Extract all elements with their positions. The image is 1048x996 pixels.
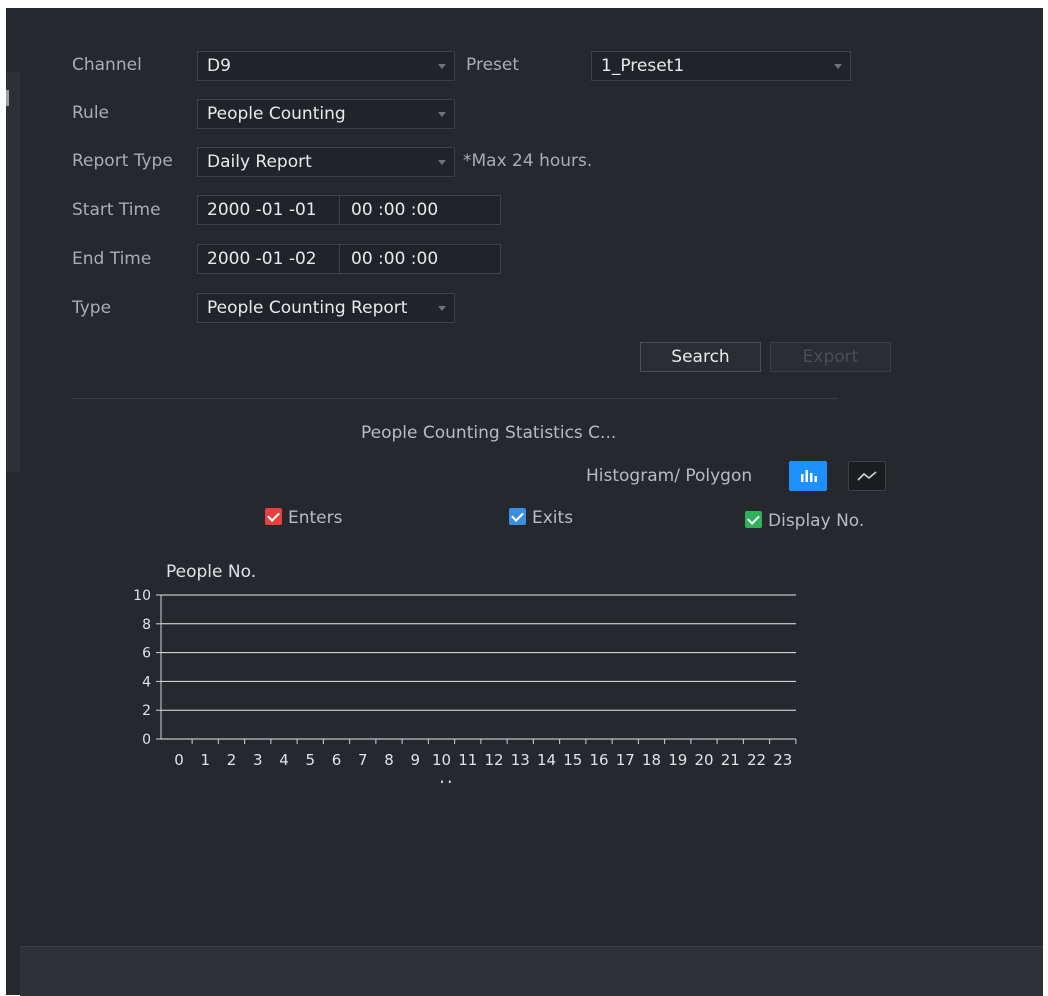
chart-mode-label: Histogram/ Polygon: [586, 466, 753, 486]
start-time-label: Start Time: [72, 200, 161, 220]
legend-label: Enters: [288, 508, 343, 528]
chevron-down-icon: [438, 64, 446, 69]
x-tick-label: 17: [616, 751, 635, 769]
legend-display-no[interactable]: Display No.: [745, 511, 864, 531]
x-tick-label: 10: [432, 751, 451, 769]
y-tick-label: 10: [133, 588, 151, 604]
bar-chart-icon: [801, 470, 817, 482]
x-tick-label: 0: [174, 751, 184, 769]
x-tick-label: 21: [721, 751, 740, 769]
end-date-input[interactable]: 2000 -01 -02: [207, 245, 317, 273]
y-axis-title: People No.: [166, 562, 256, 582]
start-date-input[interactable]: 2000 -01 -01: [207, 196, 317, 224]
preset-label: Preset: [466, 55, 520, 75]
x-tick-label: 7: [358, 751, 368, 769]
search-button[interactable]: Search: [640, 342, 761, 372]
report-type-value: Daily Report: [207, 152, 312, 172]
checkbox-icon: [265, 508, 282, 525]
legend-label: Exits: [532, 508, 574, 528]
polygon-mode-button[interactable]: [848, 461, 886, 491]
legend-enters[interactable]: Enters: [265, 508, 343, 528]
report-type-label: Report Type: [72, 151, 173, 171]
x-tick-label: 23: [773, 751, 792, 769]
x-tick-label: 18: [642, 751, 661, 769]
y-tick-label: 4: [142, 674, 151, 690]
end-time-field[interactable]: 2000 -01 -02 00 :00 :00: [197, 244, 501, 274]
report-type-note: *Max 24 hours.: [463, 151, 593, 171]
chart-title: People Counting Statistics C...: [361, 423, 617, 443]
x-tick-label: 13: [511, 751, 530, 769]
chevron-down-icon: [438, 160, 446, 165]
x-tick-label: 22: [747, 751, 766, 769]
channel-select[interactable]: D9: [197, 51, 455, 81]
y-tick-label: 2: [142, 703, 151, 719]
x-tick-label: 1: [200, 751, 210, 769]
x-tick-label: 15: [563, 751, 582, 769]
histogram-mode-button[interactable]: [789, 461, 827, 491]
rule-select[interactable]: People Counting: [197, 99, 455, 129]
checkbox-icon: [509, 508, 526, 525]
start-time-field[interactable]: 2000 -01 -01 00 :00 :00: [197, 195, 501, 225]
people-counting-chart: People No.02468100 1 2 3 4 5 6 7 8 9 10 11 12 13 14 15 1…: [133, 562, 797, 783]
report-panel: Channel D9 Preset 1_Preset1 Rule People …: [6, 8, 1043, 996]
type-label: Type: [72, 298, 112, 318]
start-clock-input[interactable]: 00 :00 :00: [351, 196, 438, 224]
report-type-select[interactable]: Daily Report: [197, 147, 455, 177]
y-tick-label: 8: [142, 617, 151, 633]
x-tick-label: 12: [484, 751, 503, 769]
chevron-down-icon: [438, 306, 446, 311]
section-divider: [72, 398, 838, 399]
export-button[interactable]: Export: [770, 342, 891, 372]
preset-select[interactable]: 1_Preset1: [591, 51, 851, 81]
x-tick-label: 11: [458, 751, 477, 769]
sidebar-marker: [6, 90, 9, 106]
x-tick-label: 4: [279, 751, 289, 769]
x-tick-label: 16: [589, 751, 608, 769]
chevron-down-icon: [438, 112, 446, 117]
x-tick-label: 2: [227, 751, 237, 769]
x-tick-label: 14: [537, 751, 556, 769]
y-tick-label: 0: [142, 732, 151, 748]
x-tick-label: 19: [668, 751, 687, 769]
x-tick-label: 20: [694, 751, 713, 769]
line-chart-icon: [857, 471, 877, 481]
checkbox-icon: [745, 511, 762, 528]
x-tick-label: 5: [305, 751, 315, 769]
field-divider: [339, 245, 340, 273]
x-tick-label: 3: [253, 751, 263, 769]
chevron-down-icon: [834, 64, 842, 69]
type-select[interactable]: People Counting Report: [197, 293, 455, 323]
channel-label: Channel: [72, 55, 142, 75]
x-tick-label: 9: [410, 751, 420, 769]
end-time-label: End Time: [72, 249, 152, 269]
y-tick-label: 6: [142, 646, 151, 662]
x-tick-label: 8: [384, 751, 394, 769]
end-clock-input[interactable]: 00 :00 :00: [351, 245, 438, 273]
footer-bar: [20, 946, 1043, 996]
left-sidebar-edge: [6, 72, 20, 472]
type-value: People Counting Report: [207, 298, 408, 318]
legend-exits[interactable]: Exits: [509, 508, 573, 528]
legend-label: Display No.: [768, 511, 865, 531]
rule-value: People Counting: [207, 104, 346, 124]
x-tick-label: 6: [332, 751, 342, 769]
field-divider: [339, 196, 340, 224]
x-axis-title: Hour: [440, 778, 481, 783]
preset-value: 1_Preset1: [601, 56, 685, 76]
channel-value: D9: [207, 56, 231, 76]
rule-label: Rule: [72, 103, 110, 123]
